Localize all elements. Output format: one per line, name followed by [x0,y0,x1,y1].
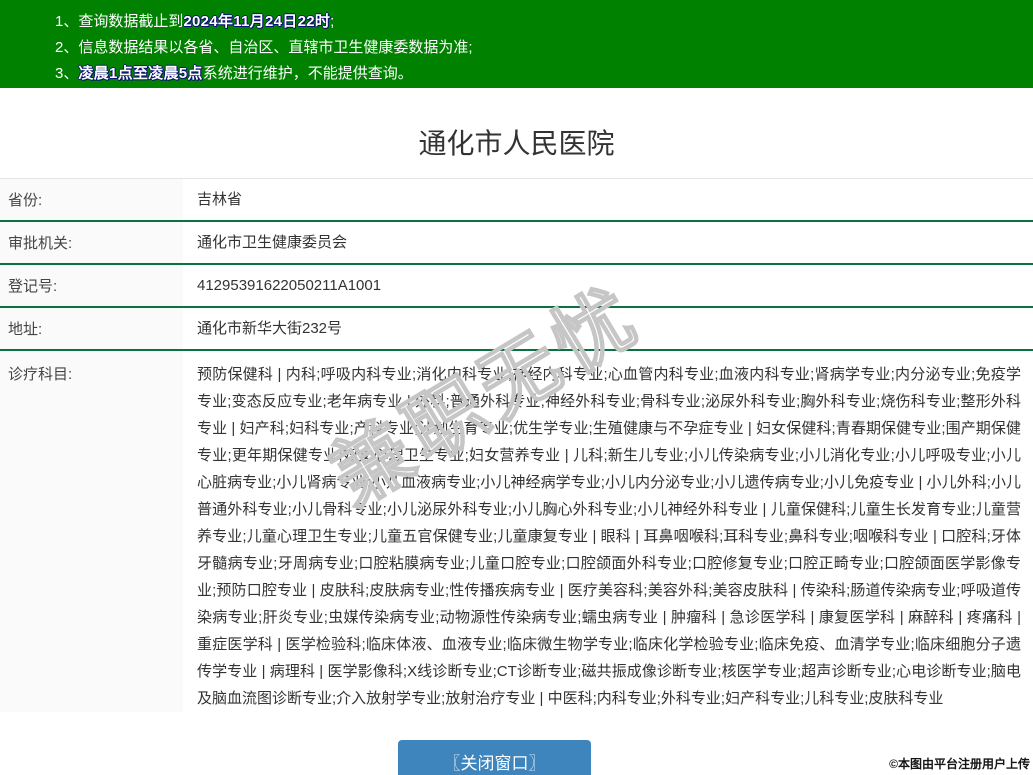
row-label: 诊疗科目: [0,351,183,712]
row-label: 省份: [0,179,183,220]
notice-text: 信息数据结果以各省、自治区、直辖市卫生健康委数据为准; [78,39,472,56]
notice-text: 系统进行维护，不能提供查询。 [203,65,413,82]
row-value: 通化市新华大街232号 [183,308,1033,349]
notice-text: 查询数据截止到 [78,13,183,30]
notice-number: 2、 [55,39,78,56]
row-label: 审批机关: [0,222,183,263]
row-label: 地址: [0,308,183,349]
notice-highlight: 2024年11月24日22时 [183,13,330,30]
footer-bar: 〖关闭窗口〗 ©本图由平台注册用户上传 [0,735,1033,775]
notice-banner: 1、查询数据截止到2024年11月24日22时; 2、信息数据结果以各省、自治区… [0,0,1033,88]
table-row-approval-authority: 审批机关: 通化市卫生健康委员会 [0,222,1033,265]
notice-highlight: 凌晨1点至凌晨5点 [78,65,202,82]
table-row-registration-number: 登记号: 41295391622050211A1001 [0,265,1033,308]
table-row-address: 地址: 通化市新华大街232号 [0,308,1033,351]
row-label: 登记号: [0,265,183,306]
notice-text: ; [330,13,334,30]
row-value: 通化市卫生健康委员会 [183,222,1033,263]
page: 1、查询数据截止到2024年11月24日22时; 2、信息数据结果以各省、自治区… [0,0,1033,775]
row-value: 41295391622050211A1001 [183,265,1033,306]
notice-line-1: 1、查询数据截止到2024年11月24日22时; [55,9,1023,35]
attribution-text: ©本图由平台注册用户上传 [889,755,1030,772]
hospital-title: 通化市人民医院 [0,88,1033,178]
notice-number: 3、 [55,65,78,82]
table-row-treatment-subjects: 诊疗科目: 预防保健科 | 内科;呼吸内科专业;消化内科专业;神经内科专业;心血… [0,351,1033,712]
row-value: 预防保健科 | 内科;呼吸内科专业;消化内科专业;神经内科专业;心血管内科专业;… [183,351,1033,712]
notice-number: 1、 [55,13,78,30]
row-value: 吉林省 [183,179,1033,220]
notice-line-3: 3、凌晨1点至凌晨5点系统进行维护，不能提供查询。 [55,61,1023,87]
table-row-province: 省份: 吉林省 [0,179,1033,222]
notice-line-2: 2、信息数据结果以各省、自治区、直辖市卫生健康委数据为准; [55,35,1023,61]
close-window-button[interactable]: 〖关闭窗口〗 [398,740,591,775]
hospital-info-table: 省份: 吉林省 审批机关: 通化市卫生健康委员会 登记号: 4129539162… [0,178,1033,712]
